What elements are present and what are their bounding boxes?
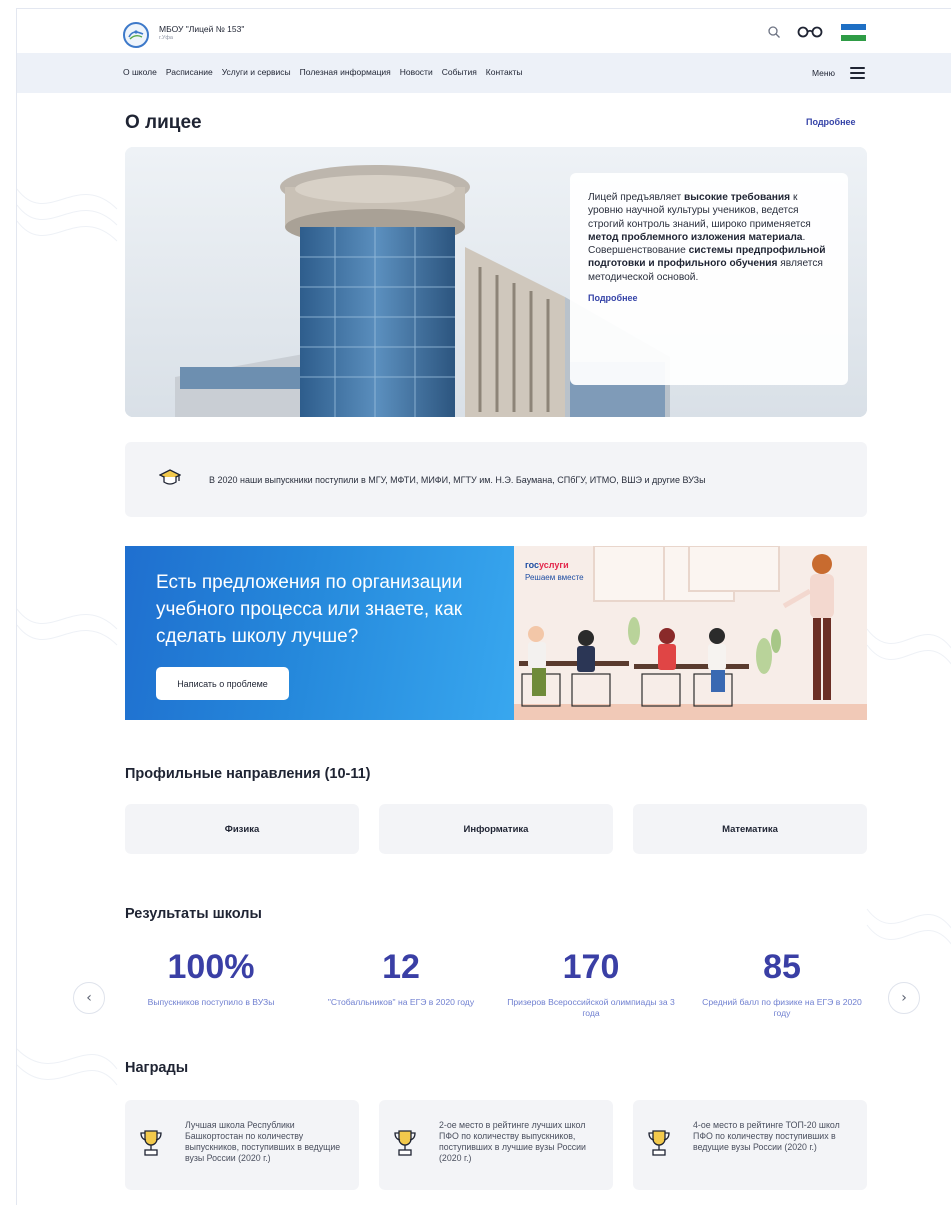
stat-item: 12 "Стобалльников" на ЕГЭ в 2020 году: [316, 947, 486, 1008]
banner-title: Есть предложения по организации учебного…: [156, 572, 463, 647]
school-city: г.Уфа: [159, 35, 173, 41]
nav-item-about[interactable]: О школе: [123, 67, 157, 77]
profiles-title: Профильные направления (10-11): [125, 766, 371, 782]
award-card: 2-ое место в рейтинге лучших школ ПФО по…: [379, 1100, 613, 1190]
about-more-link[interactable]: Подробнее: [806, 117, 856, 127]
menu-label[interactable]: Меню: [812, 68, 835, 78]
trophy-icon: [648, 1130, 670, 1156]
award-card: 4-ое место в рейтинге ТОП-20 школ ПФО по…: [633, 1100, 867, 1190]
about-card: Лицей предъявляет высокие требования к у…: [570, 173, 848, 385]
hamburger-menu-icon[interactable]: [850, 67, 865, 79]
page: МБОУ "Лицей № 153" г.Уфа О школе Расписа…: [16, 8, 951, 1205]
about-card-text: Лицей предъявляет высокие требования к у…: [588, 192, 826, 283]
award-text: 4-ое место в рейтинге ТОП-20 школ ПФО по…: [693, 1120, 840, 1152]
logo-emblem-icon[interactable]: [123, 22, 149, 48]
nav-item-useful-info[interactable]: Полезная информация: [300, 67, 391, 77]
stat-label: Средний балл по физике на ЕГЭ в 2020 год…: [702, 997, 862, 1018]
stat-label: Выпускников поступило в ВУЗы: [147, 997, 275, 1007]
nav-items: О школе Расписание Услуги и сервисы Поле…: [123, 67, 523, 77]
stat-item: 85 Средний балл по физике на ЕГЭ в 2020 …: [697, 947, 867, 1019]
results-title: Результаты школы: [125, 906, 262, 922]
nav-item-services[interactable]: Услуги и сервисы: [222, 67, 291, 77]
nav-item-schedule[interactable]: Расписание: [166, 67, 213, 77]
stat-value: 170: [562, 948, 620, 986]
award-text: 2-ое место в рейтинге лучших школ ПФО по…: [439, 1120, 586, 1163]
about-title: О лицее: [125, 112, 202, 133]
profile-physics[interactable]: Физика: [125, 804, 359, 854]
stat-label: Призеров Всероссийской олимпиады за 3 го…: [507, 997, 675, 1018]
glasses-icon[interactable]: [797, 26, 823, 38]
graduates-info: В 2020 наши выпускники поступили в МГУ, …: [125, 442, 867, 517]
award-card: Лучшая школа Республики Башкортостан по …: [125, 1100, 359, 1190]
trophy-icon: [140, 1130, 162, 1156]
stat-value: 85: [763, 948, 801, 986]
profile-mathematics[interactable]: Математика: [633, 804, 867, 854]
school-name[interactable]: МБОУ "Лицей № 153": [159, 24, 244, 34]
header: МБОУ "Лицей № 153" г.Уфа: [17, 9, 951, 53]
trophy-icon: [394, 1130, 416, 1156]
awards-title: Награды: [125, 1060, 189, 1076]
chevron-right-icon[interactable]: ›: [888, 982, 920, 1014]
graduation-cap-icon: [159, 469, 181, 485]
about-hero: Лицей предъявляет высокие требования к у…: [125, 147, 867, 417]
banner-left: Есть предложения по организации учебного…: [125, 546, 514, 720]
main-navigation: О школе Расписание Услуги и сервисы Поле…: [17, 53, 951, 93]
report-problem-button[interactable]: Написать о проблеме: [156, 667, 289, 700]
nav-item-news[interactable]: Новости: [400, 67, 433, 77]
nav-item-contacts[interactable]: Контакты: [486, 67, 523, 77]
profile-informatics[interactable]: Информатика: [379, 804, 613, 854]
chevron-left-icon[interactable]: ‹: [73, 982, 105, 1014]
stat-value: 100%: [167, 948, 255, 986]
classroom-illustration: [514, 546, 867, 720]
graduates-text: В 2020 наши выпускники поступили в МГУ, …: [209, 475, 706, 485]
gosuslugi-banner: Есть предложения по организации учебного…: [125, 546, 867, 720]
about-card-more-link[interactable]: Подробнее: [588, 293, 830, 303]
stat-value: 12: [382, 948, 420, 986]
banner-illustration: госуслуги Решаем вместе: [514, 546, 867, 720]
stat-item: 170 Призеров Всероссийской олимпиады за …: [506, 947, 676, 1019]
award-text: Лучшая школа Республики Башкортостан по …: [185, 1120, 341, 1163]
nav-item-events[interactable]: События: [442, 67, 477, 77]
bashkortostan-flag-icon[interactable]: [841, 24, 866, 42]
search-icon[interactable]: [767, 25, 781, 39]
stat-label: "Стобалльников" на ЕГЭ в 2020 году: [327, 997, 475, 1007]
stat-item: 100% Выпускников поступило в ВУЗы: [126, 947, 296, 1008]
